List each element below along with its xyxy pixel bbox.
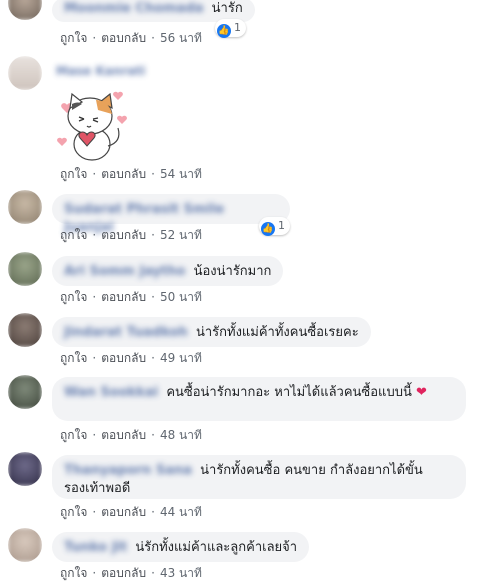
reaction-count[interactable]: 👍 1	[215, 19, 246, 38]
like-link[interactable]: ถูกใจ	[60, 29, 87, 48]
comment-text: น่ารัก	[211, 1, 243, 16]
avatar[interactable]	[8, 0, 42, 20]
like-icon: 👍	[261, 222, 275, 236]
reply-link[interactable]: ตอบกลับ	[101, 426, 146, 445]
timestamp[interactable]: 44 นาที	[160, 503, 202, 522]
reply-link[interactable]: ตอบกลับ	[101, 288, 146, 307]
reaction-count[interactable]: 👍 1	[259, 217, 290, 236]
comment-text: คนซื้อน่ารักมากอะ หาไม่ได้แล้วคนซื้อแบบน…	[166, 385, 412, 400]
comment-bubble: Thanyaporn Sana น่ารักทั้งคนซื้อ คนขาย ก…	[52, 455, 466, 499]
comment-actions: ถูกใจ · ตอบกลับ · 44 นาที	[60, 503, 202, 522]
like-link[interactable]: ถูกใจ	[60, 165, 87, 184]
comment-bubble: Ari Somm Jaytho น้องน่ารักมาก	[52, 256, 284, 286]
avatar[interactable]	[8, 190, 42, 224]
commenter-name[interactable]: Jindarat Tuadkoh	[64, 325, 188, 340]
like-link[interactable]: ถูกใจ	[60, 349, 87, 368]
commenter-name[interactable]: Moonmie Chomada	[64, 1, 204, 16]
timestamp[interactable]: 50 นาที	[160, 288, 202, 307]
comment-actions: ถูกใจ · ตอบกลับ · 48 นาที	[60, 426, 202, 445]
avatar[interactable]	[8, 528, 42, 562]
avatar[interactable]	[8, 313, 42, 347]
reply-link[interactable]: ตอบกลับ	[101, 503, 146, 522]
reply-link[interactable]: ตอบกลับ	[101, 349, 146, 368]
timestamp[interactable]: 54 นาที	[160, 165, 202, 184]
commenter-name[interactable]: Tunko Jit	[64, 540, 127, 555]
timestamp[interactable]: 52 นาที	[160, 226, 202, 245]
like-link[interactable]: ถูกใจ	[60, 503, 87, 522]
heart-emoji-icon: ❤	[415, 385, 427, 400]
comment-text: น่รักทั้งแม่ค้าและลูกค้าเลยจ้า	[135, 540, 298, 555]
commenter-name-row: Mase Kanrati	[56, 64, 149, 78]
reply-link[interactable]: ตอบกลับ	[101, 165, 146, 184]
comment-text: น่ารักทั้งแม่ค้าทั้งคนซื้อเรยคะ	[195, 325, 359, 340]
timestamp[interactable]: 48 นาที	[160, 426, 202, 445]
comment-actions: ถูกใจ · ตอบกลับ · 49 นาที	[60, 349, 202, 368]
comment-bubble: Wan Sookkai คนซื้อน่ารักมากอะ หาไม่ได้แล…	[52, 377, 466, 421]
like-link[interactable]: ถูกใจ	[60, 226, 87, 245]
avatar[interactable]	[8, 375, 42, 409]
commenter-name[interactable]: Wan Sookkai	[64, 385, 158, 400]
like-icon: 👍	[217, 24, 231, 38]
timestamp[interactable]: 43 นาที	[160, 564, 202, 583]
commenter-name[interactable]: Ari Somm Jaytho	[64, 264, 185, 279]
comment-text: น้องน่ารักมาก	[193, 264, 272, 279]
commenter-name[interactable]: Thanyaporn Sana	[64, 463, 192, 478]
reply-link[interactable]: ตอบกลับ	[101, 226, 146, 245]
like-link[interactable]: ถูกใจ	[60, 564, 87, 583]
avatar[interactable]	[8, 252, 42, 286]
comment-bubble: Sudarat Phrasit Smile Juanjai	[52, 194, 290, 235]
avatar[interactable]	[8, 452, 42, 486]
comment-bubble: Jindarat Tuadkoh น่ารักทั้งแม่ค้าทั้งคนซ…	[52, 317, 371, 347]
comment-actions: ถูกใจ · ตอบกลับ · 52 นาที	[60, 226, 202, 245]
like-link[interactable]: ถูกใจ	[60, 426, 87, 445]
reply-link[interactable]: ตอบกลับ	[101, 29, 146, 48]
like-link[interactable]: ถูกใจ	[60, 288, 87, 307]
comment-actions: ถูกใจ · ตอบกลับ · 56 นาที	[60, 29, 202, 48]
timestamp[interactable]: 56 นาที	[160, 29, 202, 48]
cat-love-sticker	[57, 91, 127, 161]
comment-actions: ถูกใจ · ตอบกลับ · 50 นาที	[60, 288, 202, 307]
comment-bubble: Tunko Jit น่รักทั้งแม่ค้าและลูกค้าเลยจ้า	[52, 532, 310, 562]
comment-actions: ถูกใจ · ตอบกลับ · 54 นาที	[60, 165, 202, 184]
avatar[interactable]	[8, 56, 42, 90]
reply-link[interactable]: ตอบกลับ	[101, 564, 146, 583]
timestamp[interactable]: 49 นาที	[160, 349, 202, 368]
commenter-name[interactable]: Mase Kanrati	[56, 64, 145, 78]
comment-actions: ถูกใจ · ตอบกลับ · 43 นาที	[60, 564, 202, 583]
